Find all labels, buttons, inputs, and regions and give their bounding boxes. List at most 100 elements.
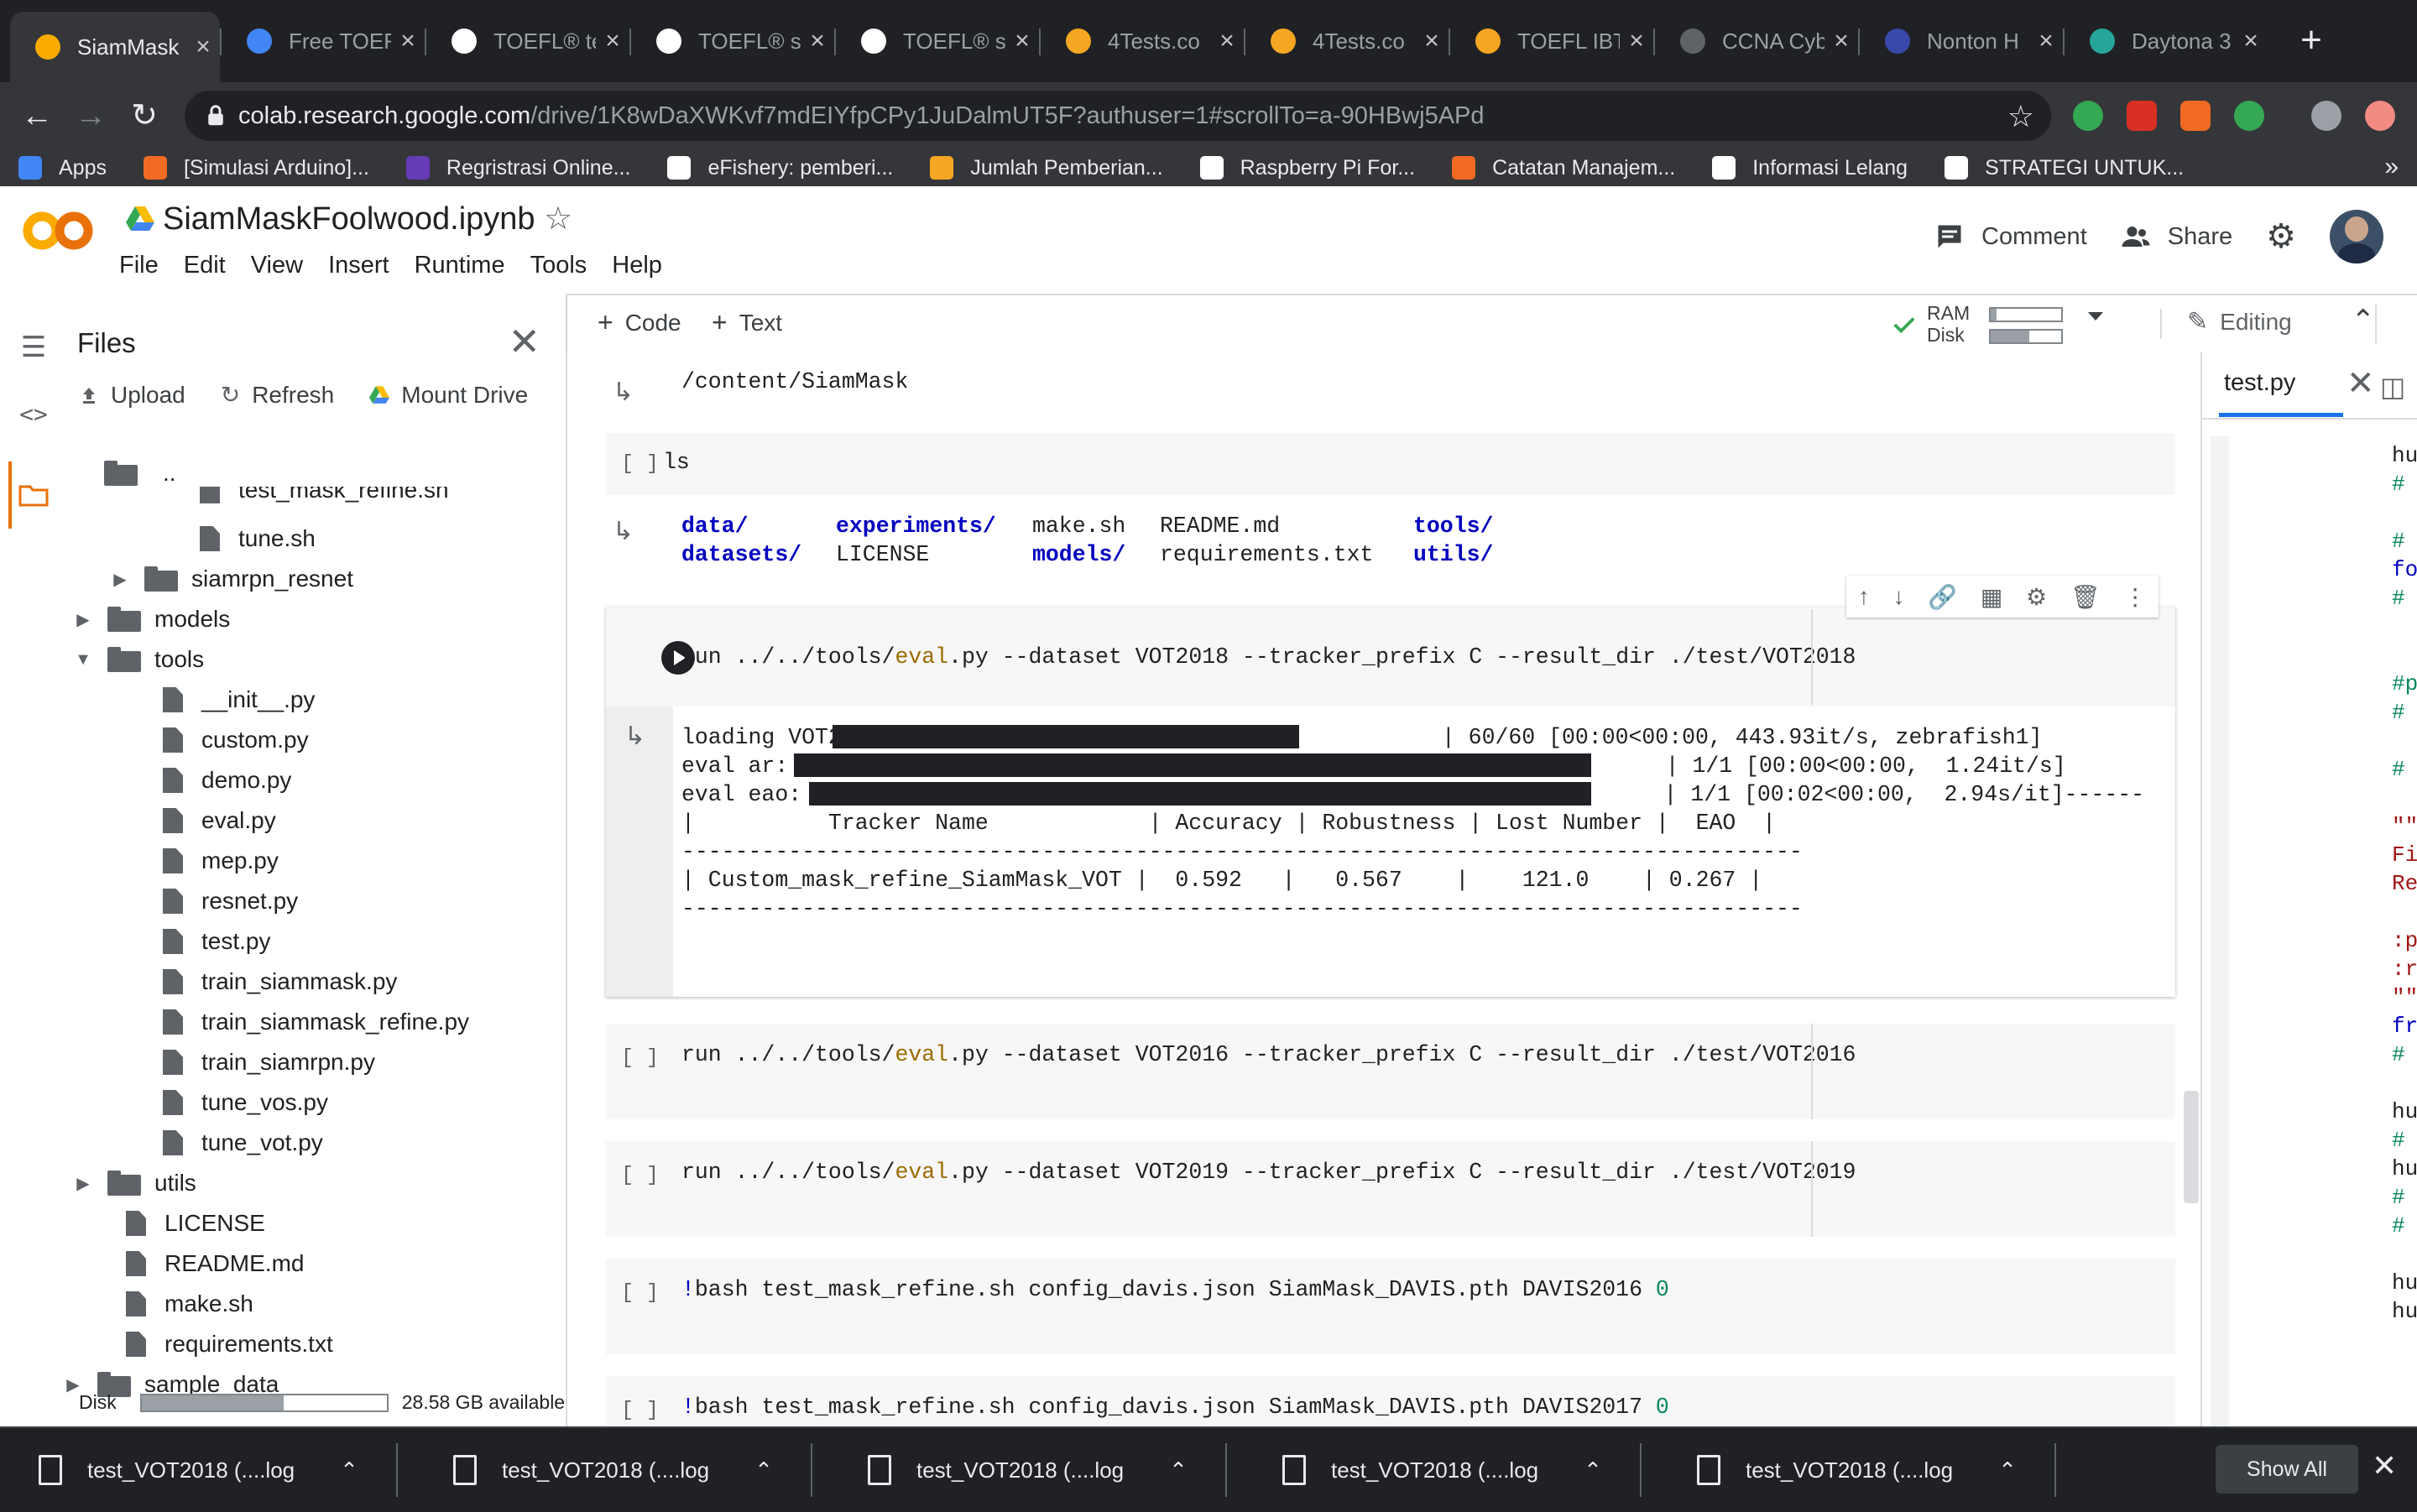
expand-arrow-icon[interactable]: ▶ — [74, 609, 92, 630]
close-icon[interactable]: ✕ — [508, 319, 540, 364]
file-item[interactable]: make.sh — [126, 1284, 253, 1324]
mendeley-extension-icon[interactable] — [2127, 101, 2157, 131]
file-item[interactable]: tune.sh — [200, 519, 316, 559]
bookmark-item[interactable]: [Simulasi Arduino]... — [143, 156, 369, 180]
file-item[interactable]: tune_vos.py — [163, 1082, 328, 1123]
menu-tools[interactable]: Tools — [530, 252, 587, 279]
file-item[interactable]: eval.py — [163, 800, 276, 841]
menu-insert[interactable]: Insert — [328, 252, 389, 279]
code-cell-ls[interactable]: [ ] ls — [606, 433, 2175, 495]
menu-help[interactable]: Help — [612, 252, 662, 279]
share-button[interactable]: Share — [2121, 222, 2232, 252]
menu-file[interactable]: File — [119, 252, 159, 279]
upload-button[interactable]: Upload — [79, 381, 185, 409]
comment-icon[interactable]: ▦ — [1981, 583, 2002, 611]
cell-run-bracket[interactable]: [ ] — [621, 1163, 659, 1187]
cell-code[interactable]: run ../../tools/eval.py --dataset VOT201… — [681, 1042, 1856, 1067]
grammarly-extension-icon[interactable] — [2073, 101, 2103, 131]
tab-close-icon[interactable]: × — [801, 27, 834, 55]
chat-extension-icon[interactable] — [2234, 101, 2264, 131]
code-cell[interactable]: [ ] run ../../tools/eval.py --dataset VOT… — [606, 1141, 2175, 1237]
browser-tab[interactable]: TOEFL® st × — [836, 12, 1039, 70]
download-item[interactable]: test_VOT2018 (....log ⌃ — [0, 1428, 358, 1512]
browser-tab[interactable]: Nonton H × — [1860, 12, 2063, 70]
add-code-cell-button[interactable]: + Code — [598, 307, 681, 338]
bookmark-item[interactable]: Raspberry Pi For... — [1199, 156, 1415, 180]
bookmark-item[interactable]: Informasi Lelang — [1712, 156, 1908, 180]
file-item[interactable]: test_mask_refine.sh — [200, 487, 449, 503]
tab-close-icon[interactable]: × — [596, 27, 629, 55]
expand-arrow-icon[interactable]: ▶ — [111, 569, 129, 590]
chevron-up-icon[interactable]: ⌃ — [1169, 1457, 1188, 1483]
file-item[interactable]: README.md — [126, 1243, 304, 1284]
file-item[interactable]: demo.py — [163, 760, 291, 800]
more-vert-icon[interactable]: ⋮ — [2123, 583, 2147, 611]
code-snippets-icon[interactable]: <> — [17, 398, 50, 431]
cell-run-bracket[interactable]: [ ] — [621, 1398, 659, 1422]
file-item[interactable]: requirements.txt — [126, 1324, 333, 1364]
download-item[interactable]: test_VOT2018 (....log ⌃ — [829, 1428, 1188, 1512]
browser-tab[interactable]: 4Tests.co × — [1041, 12, 1244, 70]
bookmark-item[interactable]: Jumlah Pemberian... — [930, 156, 1163, 180]
folder-item[interactable]: ▼ tools — [74, 639, 204, 680]
file-item[interactable]: test.py — [163, 921, 270, 962]
new-tab-button[interactable]: + — [2294, 22, 2328, 59]
output-arrow-icon[interactable]: ↳ — [624, 722, 655, 752]
bookmark-item[interactable]: Catatan Manajem... — [1452, 156, 1675, 180]
show-all-downloads-button[interactable]: Show All — [2216, 1445, 2358, 1494]
cell-code[interactable]: run ../../tools/eval.py --dataset VOT201… — [681, 644, 1856, 670]
mount-drive-button[interactable]: Mount Drive — [369, 381, 528, 409]
refresh-button[interactable]: ↻ Refresh — [221, 381, 335, 409]
table-of-contents-icon[interactable]: ☰ — [17, 331, 50, 364]
code-cell[interactable]: [ ] run ../../tools/eval.py --dataset VOT… — [606, 1024, 2175, 1119]
file-item[interactable]: mep.py — [163, 841, 279, 881]
folder-item[interactable]: ▶ utils — [74, 1163, 196, 1203]
resources-indicator[interactable]: RAM Disk — [1893, 302, 2103, 346]
browser-tab[interactable]: TOEFL IBT × — [1450, 12, 1653, 70]
browser-tab[interactable]: Daytona 3 × — [2065, 12, 2268, 70]
forward-arrow-icon[interactable]: → — [72, 97, 109, 134]
parent-folder-item[interactable]: .. — [104, 453, 176, 493]
tab-close-icon[interactable]: × — [1620, 27, 1653, 55]
cell-run-bracket[interactable]: [ ] — [621, 1045, 659, 1070]
bookmark-item[interactable]: STRATEGI UNTUK... — [1945, 156, 2184, 180]
bookmark-item[interactable]: Regristrasi Online... — [405, 156, 630, 180]
cell-run-bracket[interactable]: [ ] — [621, 451, 659, 476]
chevron-up-icon[interactable]: ⌃ — [754, 1457, 773, 1483]
folder-item[interactable]: ▶ siamrpn_resnet — [111, 559, 353, 599]
settings-button[interactable]: ⚙ — [2266, 217, 2296, 256]
notebook-scrollbar[interactable] — [2184, 1091, 2199, 1203]
menu-edit[interactable]: Edit — [184, 252, 226, 279]
browser-tab[interactable]: CCNA Cyb × — [1655, 12, 1858, 70]
split-view-icon[interactable]: ◫ — [2380, 371, 2405, 403]
editor-tab-test-py[interactable]: test.py — [2224, 369, 2295, 397]
link-icon[interactable]: 🔗 — [1928, 583, 1957, 611]
menu-runtime[interactable]: Runtime — [415, 252, 505, 279]
star-notebook-icon[interactable]: ☆ — [544, 200, 572, 237]
cell-code[interactable]: run ../../tools/eval.py --dataset VOT201… — [681, 1160, 1856, 1185]
browser-tab[interactable]: TOEFL® te × — [426, 12, 629, 70]
cell-code[interactable]: ls — [663, 450, 690, 475]
collapse-header-icon[interactable]: ⌃ — [2352, 304, 2376, 337]
add-text-cell-button[interactable]: + Text — [712, 307, 782, 338]
bookmark-item[interactable]: Apps — [18, 156, 107, 180]
download-item[interactable]: test_VOT2018 (....log ⌃ — [415, 1428, 773, 1512]
user-avatar[interactable] — [2330, 210, 2383, 263]
expand-arrow-icon[interactable]: ▶ — [74, 1173, 92, 1194]
notebook-title[interactable]: SiamMaskFoolwood.ipynb — [163, 201, 535, 237]
reload-icon[interactable]: ↻ — [126, 97, 163, 134]
move-down-icon[interactable]: ↓ — [1893, 583, 1905, 610]
chevron-up-icon[interactable]: ⌃ — [1998, 1457, 2017, 1483]
cell-run-bracket[interactable]: [ ] — [621, 1280, 659, 1305]
comment-button[interactable]: Comment — [1934, 222, 2087, 252]
code-cell[interactable]: [ ] !bash test_mask_refine.sh config_davi… — [606, 1376, 2175, 1426]
profile-avatar[interactable] — [2311, 101, 2341, 131]
editing-mode-button[interactable]: ✎ Editing — [2187, 307, 2292, 336]
zotero-extension-icon[interactable] — [2180, 101, 2211, 131]
bookmark-star-icon[interactable]: ☆ — [2007, 99, 2034, 134]
cell-code[interactable]: !bash test_mask_refine.sh config_davis.j… — [681, 1395, 1669, 1420]
address-bar[interactable]: colab.research.google.com /drive/1K8wDaX… — [185, 91, 2051, 141]
tab-close-icon[interactable]: × — [1415, 27, 1449, 55]
file-item[interactable]: custom.py — [163, 720, 309, 760]
bookmark-item[interactable]: eFishery: pemberi... — [667, 156, 893, 180]
